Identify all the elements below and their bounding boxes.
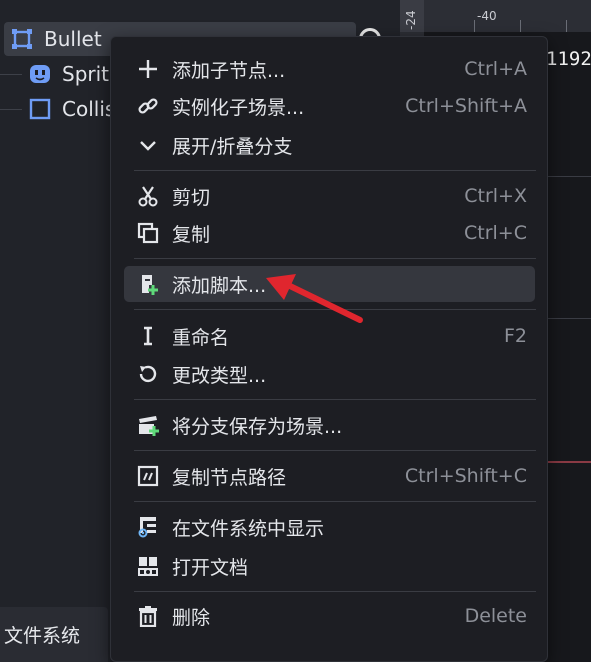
menu-item-show-in-filesystem[interactable]: 在文件系统中显示 xyxy=(124,509,535,545)
menu-item-shortcut: Delete xyxy=(464,605,527,627)
menu-item-cut[interactable]: 剪切 Ctrl+X xyxy=(124,178,535,214)
scene-node-collision[interactable]: Collis xyxy=(28,92,115,126)
menu-item-label: 在文件系统中显示 xyxy=(172,517,325,540)
menu-separator xyxy=(134,309,536,310)
scene-node-label: Sprit xyxy=(62,62,110,86)
menu-item-shortcut: Ctrl+Shift+A xyxy=(405,95,527,117)
menu-item-shortcut: Ctrl+C xyxy=(464,222,527,244)
chevron-down-icon xyxy=(136,133,160,157)
menu-item-add-child-node[interactable]: 添加子节点... Ctrl+A xyxy=(124,51,535,87)
menu-item-label: 剪切 xyxy=(172,186,211,209)
axis-line xyxy=(548,461,591,463)
menu-item-label: 更改类型... xyxy=(172,364,267,387)
menu-item-label: 展开/折叠分支 xyxy=(172,135,293,158)
menu-separator xyxy=(134,450,536,451)
menu-separator xyxy=(134,399,536,400)
trash-icon xyxy=(136,604,160,628)
scissors-icon xyxy=(136,184,160,208)
node-path-icon xyxy=(136,464,160,488)
filesystem-icon xyxy=(136,515,160,539)
menu-item-delete[interactable]: 删除 Delete xyxy=(124,598,535,634)
ruler-tick xyxy=(566,20,567,32)
menu-item-expand-collapse-branch[interactable]: 展开/折叠分支 xyxy=(124,127,535,163)
ruler-top-number: -40 xyxy=(477,9,497,23)
menu-item-label: 打开文档 xyxy=(172,556,249,579)
grid-line xyxy=(548,176,591,177)
copy-icon xyxy=(136,221,160,245)
collision-shape-icon xyxy=(28,97,52,121)
doc-icon xyxy=(136,554,160,578)
tab-filesystem-label: 文件系统 xyxy=(4,625,81,647)
rotate-icon xyxy=(136,362,160,386)
ruler-tick xyxy=(474,20,475,32)
menu-item-add-script[interactable]: 添加脚本... xyxy=(124,266,535,302)
menu-item-label: 实例化子场景... xyxy=(172,96,305,119)
menu-item-shortcut: Ctrl+A xyxy=(464,58,527,80)
menu-item-label: 复制节点路径 xyxy=(172,466,287,489)
menu-item-instantiate-child-scene[interactable]: 实例化子场景... Ctrl+Shift+A xyxy=(124,88,535,124)
grid-line xyxy=(548,318,591,319)
context-menu: 添加子节点... Ctrl+A 实例化子场景... Ctrl+Shift+A 展… xyxy=(110,36,548,662)
save-scene-icon xyxy=(136,413,160,437)
menu-item-label: 重命名 xyxy=(172,326,230,349)
menu-item-label: 添加脚本... xyxy=(172,274,267,297)
sprite-icon xyxy=(28,62,52,86)
menu-item-label: 复制 xyxy=(172,223,211,246)
menu-separator xyxy=(134,591,536,592)
menu-item-rename[interactable]: 重命名 F2 xyxy=(124,318,535,354)
menu-separator xyxy=(134,170,536,171)
coordinate-readout: 1192 xyxy=(546,48,591,70)
menu-item-shortcut: F2 xyxy=(503,325,527,347)
menu-separator xyxy=(134,258,536,259)
menu-item-change-type[interactable]: 更改类型... xyxy=(124,356,535,392)
menu-item-shortcut: Ctrl+Shift+C xyxy=(404,465,527,487)
menu-item-open-documentation[interactable]: 打开文档 xyxy=(124,548,535,584)
menu-item-label: 将分支保存为场景... xyxy=(172,415,343,438)
tab-filesystem[interactable]: 文件系统 xyxy=(0,607,108,662)
node2d-icon xyxy=(10,27,34,51)
menu-item-label: 添加子节点... xyxy=(172,59,286,82)
scene-node-label: Collis xyxy=(62,97,116,121)
menu-item-label: 删除 xyxy=(172,606,211,629)
ruler-left-number: -24 xyxy=(404,10,418,30)
tree-connector xyxy=(0,74,22,75)
script-add-icon xyxy=(136,272,160,296)
menu-item-copy[interactable]: 复制 Ctrl+C xyxy=(124,215,535,251)
plus-icon xyxy=(136,57,160,81)
link-icon xyxy=(136,94,160,118)
menu-separator xyxy=(134,501,536,502)
tree-connector xyxy=(0,109,22,110)
menu-item-copy-node-path[interactable]: 复制节点路径 Ctrl+Shift+C xyxy=(124,458,535,494)
menu-item-save-branch-as-scene[interactable]: 将分支保存为场景... xyxy=(124,407,535,443)
scene-node-label: Bullet xyxy=(44,27,102,51)
scene-node-sprite[interactable]: Sprit xyxy=(28,57,109,91)
text-cursor-icon xyxy=(136,324,160,348)
ruler-tick xyxy=(520,20,521,32)
menu-item-shortcut: Ctrl+X xyxy=(464,185,527,207)
